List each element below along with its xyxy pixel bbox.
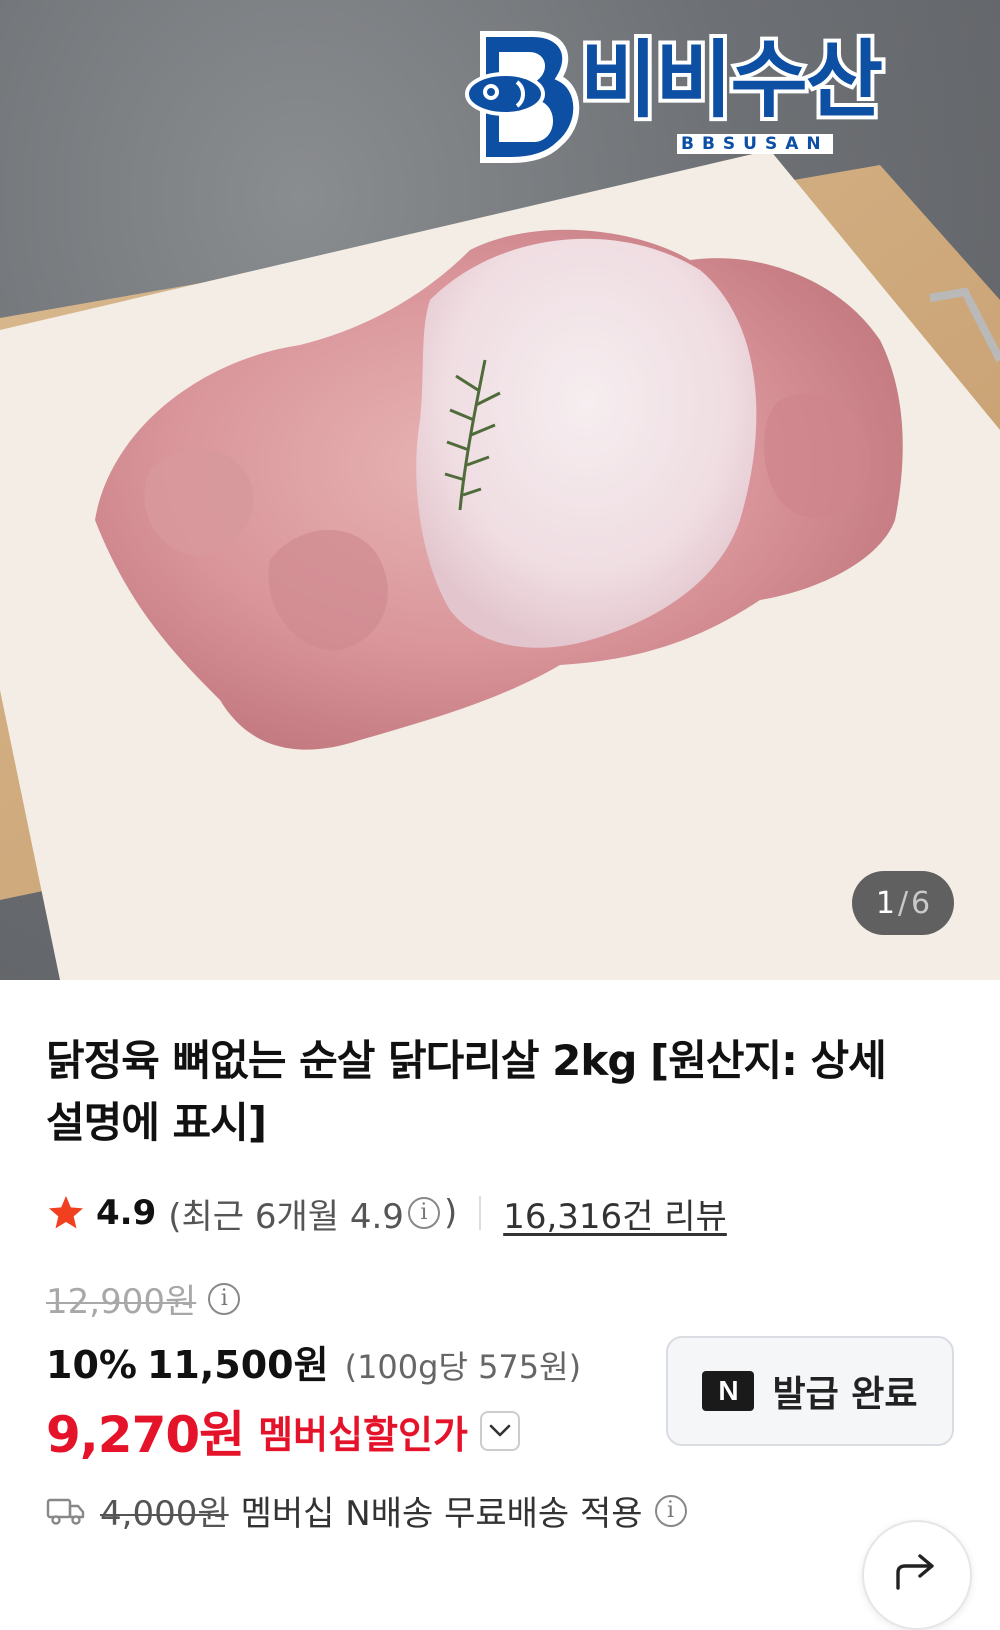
recent-rating: (최근 6개월 4.9 i ) — [168, 1189, 457, 1238]
coupon-label: 발급 완료 — [772, 1374, 918, 1415]
chevron-down-icon — [489, 1424, 511, 1437]
brand-logo-mark-icon — [465, 31, 580, 163]
truck-icon — [46, 1498, 85, 1525]
unit-price: (100g당 575원) — [344, 1348, 582, 1386]
rating-score: 4.9 — [96, 1193, 157, 1233]
recent-rating-close: ) — [443, 1193, 458, 1233]
star-icon — [49, 1196, 83, 1229]
shipping-original-fee: 4,000원 — [100, 1494, 229, 1534]
brand-logo-text: 비비수산 — [580, 31, 883, 129]
naver-n-badge-icon: N — [702, 1371, 755, 1411]
product-image-carousel[interactable]: 비비수산 비비수산 BBSUSAN 1 / 6 — [0, 0, 1000, 980]
review-count-link[interactable]: 16,316건 리뷰 — [503, 1189, 727, 1238]
image-total-count: 6 — [911, 885, 931, 921]
product-title: 닭정육 뼈없는 순살 닭다리살 2kg [원산지: 상세설명에 표시] — [46, 1036, 887, 1147]
recent-rating-text: (최근 6개월 4.9 — [168, 1196, 404, 1237]
image-page-counter: 1 / 6 — [852, 871, 954, 935]
original-price-row: 12,900원 i — [46, 1274, 244, 1323]
rating-row: 4.9 (최근 6개월 4.9 i ) 16,316건 리뷰 — [46, 1189, 727, 1238]
shipping-description: 멤버십 N배송 무료배송 적용 — [240, 1494, 643, 1534]
price-info-icon[interactable]: i — [208, 1282, 241, 1315]
brand-logo-subtext: BBSUSAN — [677, 134, 833, 155]
shipping-row: 4,000원 멤버십 N배송 무료배송 적용 i — [46, 1486, 691, 1535]
member-price-label: 멤버십할인가 — [258, 1412, 468, 1457]
shipping-info-icon[interactable]: i — [654, 1494, 687, 1527]
original-price: 12,900원 — [46, 1282, 197, 1322]
member-price-row: 9,270원 멤버십할인가 — [46, 1395, 520, 1467]
coupon-issued-button[interactable]: N 발급 완료 — [666, 1336, 954, 1446]
divider — [479, 1196, 482, 1230]
image-current-index: 1 — [875, 885, 895, 921]
sale-price-row: 10% 11,500원 (100g당 575원) — [46, 1334, 581, 1389]
sale-price: 11,500원 — [146, 1343, 329, 1387]
member-price-expand-button[interactable] — [479, 1411, 520, 1451]
share-button[interactable] — [862, 1520, 972, 1630]
image-counter-separator: / — [897, 885, 909, 921]
info-icon[interactable]: i — [407, 1197, 440, 1229]
discount-percent: 10% — [46, 1343, 137, 1387]
share-icon — [896, 1554, 934, 1590]
member-price: 9,270원 — [46, 1406, 245, 1464]
brand-logo: 비비수산 비비수산 BBSUSAN — [455, 26, 945, 166]
